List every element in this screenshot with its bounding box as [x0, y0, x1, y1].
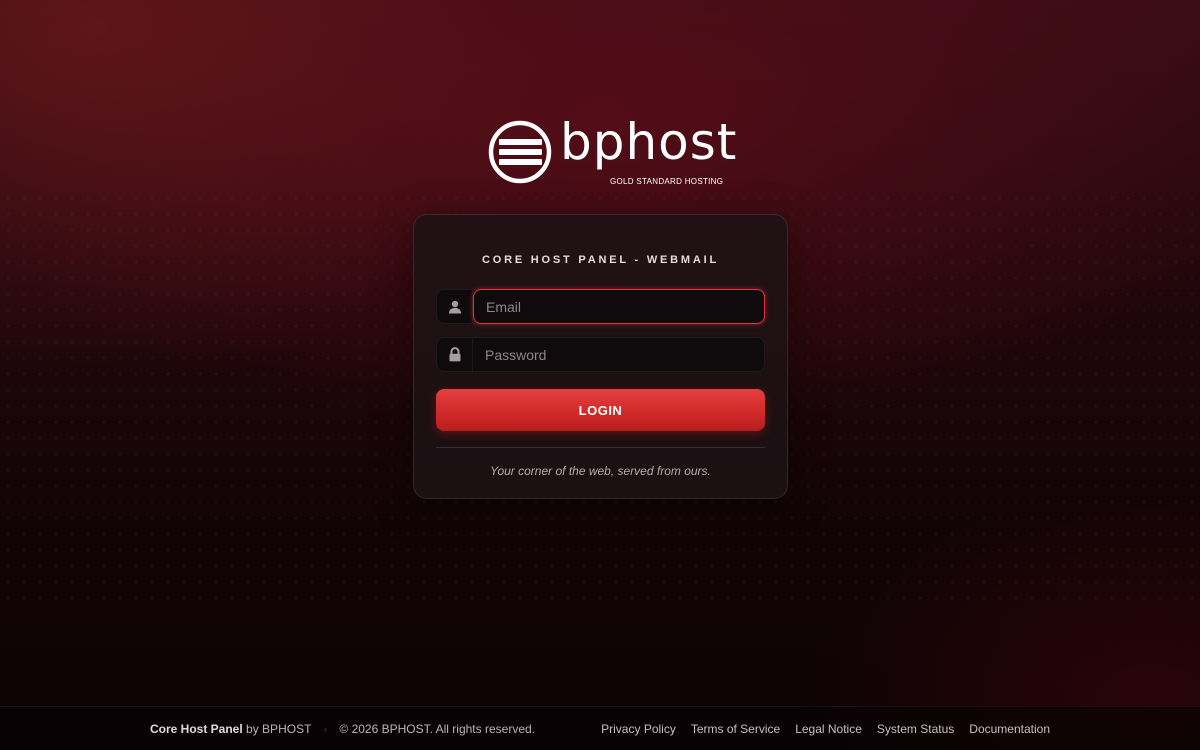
- footer: Core Host Panel by BPHOST · © 2026 BPHOS…: [0, 706, 1200, 750]
- footer-link-documentation[interactable]: Documentation: [969, 722, 1050, 736]
- footer-link-terms-of-service[interactable]: Terms of Service: [691, 722, 780, 736]
- footer-product: Core Host Panel: [150, 722, 243, 736]
- login-card: CORE HOST PANEL - WEBMAIL LOGIN Your cor…: [413, 214, 788, 499]
- footer-by: by BPHOST: [246, 722, 312, 736]
- email-input[interactable]: [474, 290, 764, 323]
- password-input-wrapper: [473, 338, 764, 371]
- email-input-wrapper: [473, 289, 765, 324]
- footer-separator: ·: [323, 722, 328, 736]
- footer-credits: Core Host Panel by BPHOST · © 2026 BPHOS…: [150, 722, 535, 736]
- user-icon: [437, 290, 473, 323]
- login-tagline: Your corner of the web, served from ours…: [490, 464, 711, 478]
- footer-link-legal-notice[interactable]: Legal Notice: [795, 722, 862, 736]
- password-field-group: [436, 337, 765, 372]
- lock-icon: [437, 338, 473, 371]
- footer-link-system-status[interactable]: System Status: [877, 722, 954, 736]
- login-button[interactable]: LOGIN: [436, 389, 765, 431]
- footer-link-privacy-policy[interactable]: Privacy Policy: [601, 722, 676, 736]
- login-title: CORE HOST PANEL - WEBMAIL: [481, 254, 720, 266]
- logo-mark-icon: [488, 120, 552, 184]
- email-field-group: [436, 289, 765, 324]
- password-input[interactable]: [473, 338, 764, 371]
- footer-copyright: © 2026 BPHOST. All rights reserved.: [339, 722, 535, 736]
- divider: [436, 447, 765, 448]
- brand-logo: bphost GOLD STANDARD HOSTING: [488, 114, 736, 188]
- brand-tagline: GOLD STANDARD HOSTING: [610, 177, 724, 186]
- brand-wordmark: bphost: [560, 113, 738, 171]
- footer-links: Privacy Policy Terms of Service Legal No…: [601, 722, 1050, 736]
